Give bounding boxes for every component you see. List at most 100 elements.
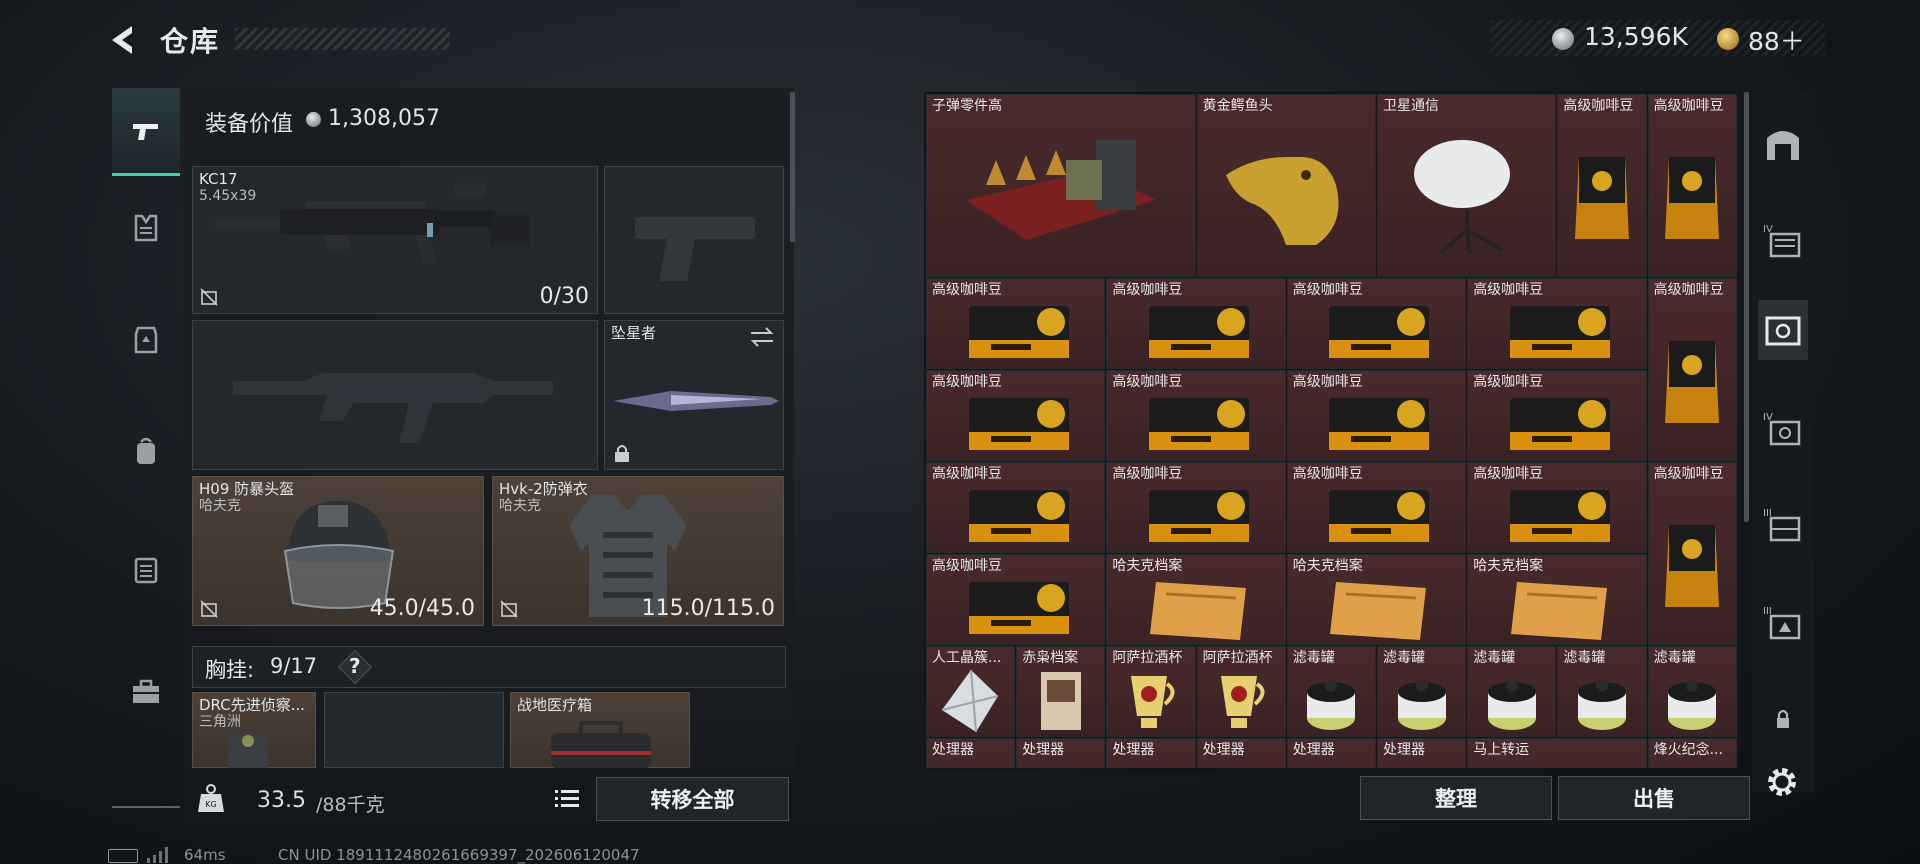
tab-toolbox[interactable] [112,648,180,736]
pistol-silhouette-icon [635,217,755,281]
sort-button[interactable]: 整理 [1360,776,1552,820]
inventory-item[interactable]: 高级咖啡豆 [1467,370,1647,461]
inventory-item[interactable]: 滤毒罐 [1647,646,1737,737]
transfer-all-button[interactable]: 转移全部 [596,777,789,821]
inventory-item[interactable]: 处理器 [926,738,1016,768]
ping-readout: 64ms [184,846,226,864]
inventory-item[interactable]: 高级咖啡豆 [926,278,1106,369]
inventory-item-image [1288,389,1465,460]
inventory-item-image [1468,665,1555,736]
tab-case[interactable] [112,526,180,614]
inventory-item[interactable]: 高级咖啡豆 [1106,370,1286,461]
inventory-item[interactable]: 处理器 [1286,738,1376,768]
inventory-item-image [1198,113,1375,276]
inventory-item-image [1198,757,1285,768]
sell-button[interactable]: 出售 [1558,776,1750,820]
inventory-item[interactable]: 高级咖啡豆 [1467,278,1647,369]
back-button[interactable] [104,20,144,60]
inventory-item[interactable]: 黄金鳄鱼头 [1196,94,1376,277]
tab-storage-iv-a[interactable]: IV [1758,210,1808,270]
inventory-item-image [1378,665,1465,736]
inventory-item[interactable]: 卫星通信 [1377,94,1557,277]
inventory-item[interactable]: 高级咖啡豆 [1106,462,1286,553]
tab-weapons[interactable] [112,88,180,176]
title-decoration [235,28,450,50]
inventory-item-image [1107,573,1284,644]
inventory-item[interactable]: 马上转运 [1467,738,1647,768]
inventory-item[interactable]: 高级咖啡豆 [926,462,1106,553]
inventory-item-label: 高级咖啡豆 [1653,282,1724,298]
inventory-item[interactable]: 滤毒罐 [1286,646,1376,737]
inventory-item[interactable]: 滤毒罐 [1377,646,1467,737]
tab-storage-iv-b[interactable]: IV [1758,398,1808,458]
help-icon[interactable]: ? [349,654,361,678]
inventory-item-label: 高级咖啡豆 [932,466,1002,482]
inventory-item-label: 人工晶簇... [932,650,1002,666]
inventory-item[interactable]: 子弹零件高 [926,94,1196,277]
inventory-item[interactable]: 烽火纪念... [1647,738,1737,768]
settings-gear-icon[interactable] [1762,762,1802,802]
swap-icon[interactable] [749,327,775,347]
weight-value: 33.5 [257,788,306,813]
tab-backpack[interactable] [112,408,180,496]
armor-slot[interactable]: Hvk-2防弹衣 哈夫克 115.0/115.0 [492,476,784,626]
rig-item-recon[interactable]: DRC先进侦察... 三角洲 [192,692,316,769]
inventory-item[interactable]: 高级咖啡豆 [1286,278,1467,369]
helmet-slot[interactable]: H09 防暴头盔 哈夫克 45.0/45.0 [192,476,484,626]
equipment-scrollbar[interactable] [790,92,795,242]
inventory-item-label: 卫星通信 [1383,98,1439,114]
tab-armor[interactable] [112,296,180,384]
tab-storage-active[interactable] [1758,300,1808,360]
inventory-item[interactable]: 赤枭档案 [1016,646,1106,737]
list-icon[interactable] [551,782,583,814]
inventory-item[interactable]: 高级咖啡豆 [1647,94,1737,277]
secondary-weapon-slot[interactable] [192,320,598,470]
inventory-item-image [927,573,1104,644]
primary-weapon-slot[interactable]: KC17 5.45x39 0/30 [192,166,598,314]
inventory-item[interactable]: 哈夫克档案 [1467,554,1647,645]
helmet-brand: 哈夫克 [199,498,241,514]
inventory-item[interactable]: 处理器 [1196,738,1286,768]
pistol-slot[interactable] [604,166,784,314]
helmet-durability: 45.0/45.0 [369,596,475,621]
rig-item-medkit[interactable]: 战地医疗箱 [510,692,690,769]
inventory-item-label: 高级咖啡豆 [1563,98,1634,114]
inventory-scrollbar[interactable] [1744,92,1749,522]
inventory-item[interactable]: 高级咖啡豆 [1557,94,1647,277]
rifle-silhouette-icon [233,373,553,443]
inventory-item[interactable]: 阿萨拉酒杯 [1196,646,1286,737]
inventory-item[interactable]: 人工晶簇... [926,646,1016,737]
inventory-item[interactable]: 滤毒罐 [1467,646,1557,737]
tab-storage-iii-b[interactable]: III [1758,592,1808,652]
inventory-item-label: 滤毒罐 [1563,650,1606,666]
inventory-item[interactable]: 哈夫克档案 [1286,554,1467,645]
tab-warehouse[interactable] [1758,114,1808,174]
inventory-item[interactable]: 处理器 [1016,738,1106,768]
inventory-item-image [1198,665,1285,736]
inventory-item[interactable]: 阿萨拉酒杯 [1106,646,1196,737]
inventory-item[interactable]: 高级咖啡豆 [926,554,1106,645]
inventory-item[interactable]: 哈夫克档案 [1106,554,1286,645]
gold-balance[interactable]: 88＋ [1748,22,1805,58]
inventory-item[interactable]: 高级咖啡豆 [1647,462,1737,645]
tab-locked[interactable] [1758,690,1808,750]
rig-empty-slot[interactable] [324,692,504,768]
backpack-icon [137,437,155,464]
inventory-item-label: 子弹零件高 [932,98,1002,114]
melee-slot[interactable]: 坠星者 [604,320,784,470]
inventory-item-image [1558,665,1645,736]
inventory-item[interactable]: 高级咖啡豆 [1647,278,1737,461]
inventory-item[interactable]: 高级咖啡豆 [1106,278,1286,369]
tab-vest[interactable] [112,184,180,272]
inventory-item[interactable]: 高级咖啡豆 [1467,462,1647,553]
inventory-item[interactable]: 高级咖啡豆 [926,370,1106,461]
silver-balance[interactable]: 13,596K [1584,22,1688,51]
inventory-item[interactable]: 处理器 [1377,738,1467,768]
inventory-item-image [1288,665,1375,736]
inventory-item[interactable]: 高级咖啡豆 [1286,462,1467,553]
svg-text:KG: KG [205,800,216,809]
inventory-item[interactable]: 滤毒罐 [1557,646,1647,737]
inventory-item[interactable]: 处理器 [1106,738,1196,768]
inventory-item[interactable]: 高级咖啡豆 [1286,370,1467,461]
tab-storage-iii-a[interactable]: III [1758,494,1808,554]
